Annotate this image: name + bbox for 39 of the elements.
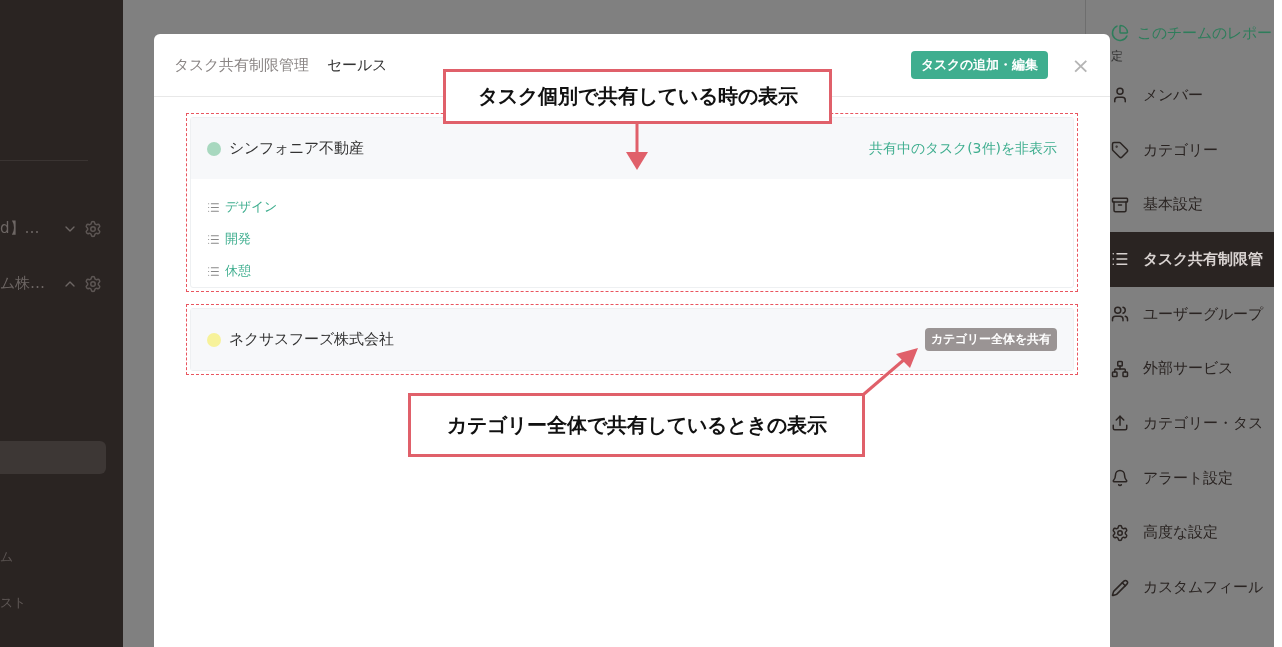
bell-icon <box>1111 469 1129 488</box>
add-edit-task-button[interactable]: タスクの追加・編集 <box>910 51 1048 79</box>
pie-chart-icon <box>1111 24 1129 42</box>
settings-nav-item[interactable]: カテゴリー・タス <box>1086 396 1274 451</box>
sidebar-item[interactable]: ム株… <box>0 274 56 293</box>
task-link[interactable]: 開発 <box>225 230 251 248</box>
user-icon <box>1111 86 1129 105</box>
settings-nav-item[interactable]: 外部サービス <box>1086 341 1274 397</box>
annotation-callout: カテゴリー全体で共有しているときの表示 <box>408 393 865 457</box>
sidebar-item[interactable]: d】… <box>0 219 56 238</box>
settings-nav-item[interactable]: 高度な設定 <box>1086 505 1274 561</box>
team-name: セールス <box>327 55 387 75</box>
box-icon <box>1111 195 1129 214</box>
annotation-callout: タスク個別で共有している時の表示 <box>443 69 832 124</box>
section-label: 定 <box>1111 47 1124 65</box>
list-icon <box>207 200 220 214</box>
upload-icon <box>1111 414 1129 433</box>
task-link[interactable]: 休憩 <box>225 262 251 280</box>
settings-nav-item[interactable]: アラート設定 <box>1086 450 1274 506</box>
settings-nav-item[interactable]: 基本設定 <box>1086 177 1274 233</box>
annotation-arrow <box>626 124 648 170</box>
share-badge: カテゴリー全体を共有 <box>925 328 1057 351</box>
category-name: シンフォニア不動産 <box>229 139 364 158</box>
list-icon <box>207 264 220 278</box>
modal-title: タスク共有制限管理 <box>174 55 309 75</box>
task-link[interactable]: デザイン <box>225 198 277 216</box>
network-icon <box>1111 359 1129 378</box>
list-icon <box>207 232 220 246</box>
settings-nav-item[interactable]: カテゴリー <box>1086 122 1274 178</box>
settings-icon[interactable] <box>84 219 102 238</box>
settings-icon[interactable] <box>84 274 102 293</box>
users-icon <box>1111 305 1129 324</box>
pencil-icon <box>1111 578 1129 597</box>
settings-nav-item[interactable]: カスタムフィール <box>1086 560 1274 615</box>
settings-nav-item[interactable]: ユーザーグループ <box>1086 286 1274 342</box>
hide-tasks-link[interactable]: 共有中のタスク(3件)を非表示 <box>869 140 1057 158</box>
gear-icon <box>1111 523 1129 542</box>
category-name: ネクサスフーズ株式会社 <box>229 330 394 349</box>
tag-icon <box>1111 141 1129 160</box>
